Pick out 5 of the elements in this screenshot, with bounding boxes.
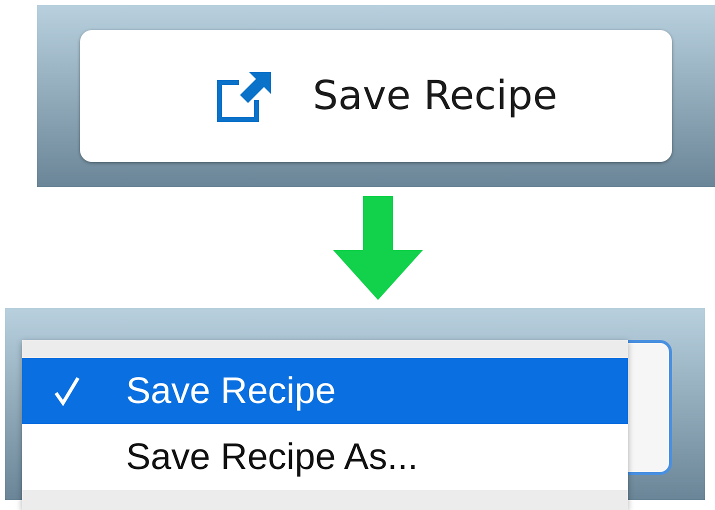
menu-item[interactable]: Save Recipe xyxy=(22,358,628,424)
menu-item[interactable]: Save Recipe As... xyxy=(22,424,628,490)
down-arrow-icon xyxy=(332,196,422,300)
checkmark-icon xyxy=(54,376,80,406)
save-recipe-button[interactable]: Save Recipe xyxy=(80,30,672,162)
